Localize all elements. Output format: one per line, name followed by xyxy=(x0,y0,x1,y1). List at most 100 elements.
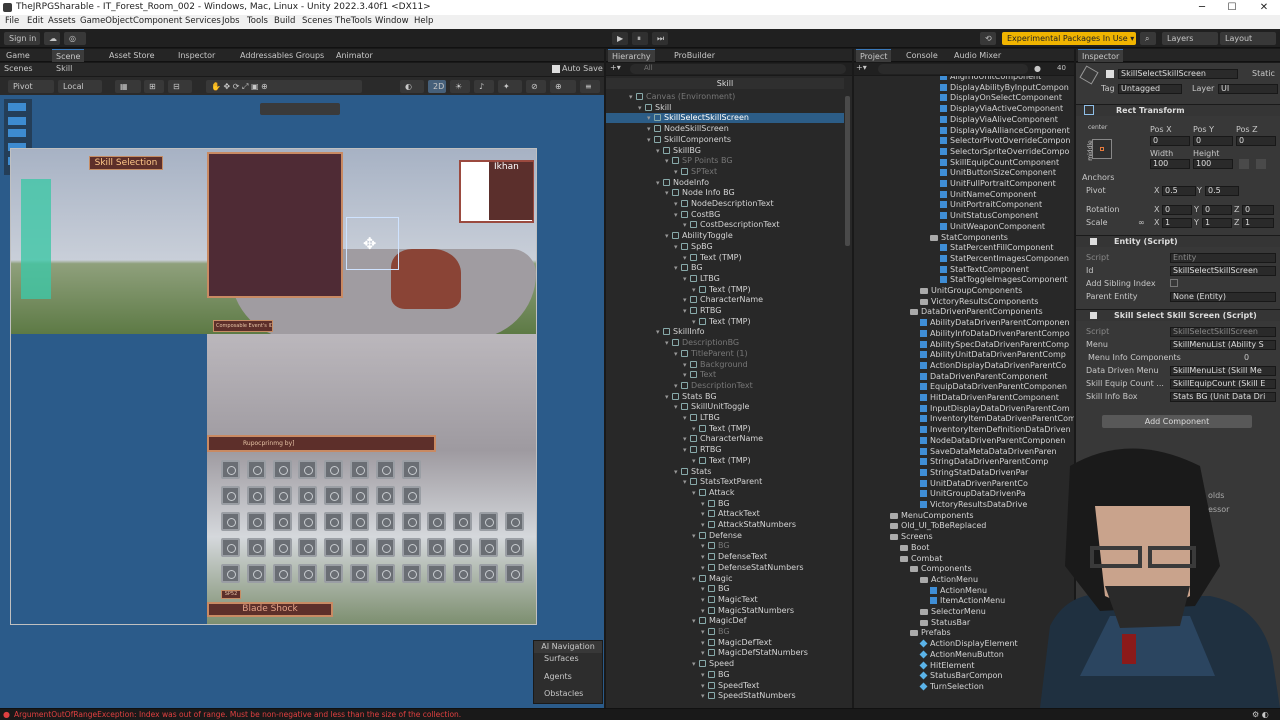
increment-icon[interactable]: ⊟ xyxy=(168,80,192,93)
hierarchy-row[interactable]: ▾ MagicDef xyxy=(606,616,844,626)
expand-arrow-icon[interactable]: ▾ xyxy=(683,360,690,370)
project-row[interactable]: DisplayOnSelectComponent xyxy=(854,93,1072,103)
nav-agents[interactable]: Agents xyxy=(544,672,572,681)
hierarchy-row[interactable]: ▾ TitleParent (1) xyxy=(606,349,844,359)
project-row[interactable]: ActionDisplayDataDrivenParentCo xyxy=(854,361,1072,371)
menu-file[interactable]: File xyxy=(5,16,19,26)
menu-services[interactable]: Services xyxy=(185,16,221,26)
skill-slot[interactable] xyxy=(375,564,395,583)
pos-y-field[interactable]: 0 xyxy=(1193,136,1233,146)
project-row[interactable]: UnitGroupComponents xyxy=(854,286,1072,296)
project-row[interactable]: SelectorPivotOverrideCompon xyxy=(854,136,1072,146)
status-error-message[interactable]: ArgumentOutOfRangeException: Index was o… xyxy=(14,710,461,719)
maximize-button[interactable]: ☐ xyxy=(1218,0,1246,15)
layers-dropdown[interactable]: Layers xyxy=(1162,32,1218,45)
local-dropdown[interactable]: Local xyxy=(58,80,102,93)
hierarchy-row[interactable]: ▾ RTBG xyxy=(606,445,844,455)
hierarchy-row[interactable]: ▾ DescriptionBG xyxy=(606,338,844,348)
skill-slot[interactable] xyxy=(221,486,240,505)
tab-audio-mixer[interactable]: Audio Mixer xyxy=(950,49,1005,62)
hierarchy-row[interactable]: ▾ CharacterName xyxy=(606,434,844,444)
project-row[interactable]: StatTextComponent xyxy=(854,265,1072,275)
tab-hierarchy[interactable]: Hierarchy xyxy=(608,49,655,62)
id-field[interactable]: SkillSelectSkillScreen xyxy=(1170,266,1276,276)
skill-slot[interactable] xyxy=(272,460,292,479)
project-row[interactable]: DisplayAbilityByInputCompon xyxy=(854,83,1072,93)
rot-x-field[interactable]: 0 xyxy=(1162,205,1192,215)
skill-slot[interactable] xyxy=(350,460,369,479)
project-row[interactable]: UnitFullPortraitComponent xyxy=(854,179,1072,189)
project-row[interactable]: EquipDataDrivenParentComponen xyxy=(854,382,1072,392)
nav-obstacles[interactable]: Obstacles xyxy=(544,689,583,698)
skill-slot[interactable] xyxy=(401,460,421,479)
skill-slot[interactable] xyxy=(324,538,344,557)
skill-slot[interactable] xyxy=(246,538,266,557)
hidden-objects-icon[interactable]: ⊘ xyxy=(526,80,546,93)
expand-arrow-icon[interactable]: ▾ xyxy=(692,285,699,295)
expand-arrow-icon[interactable]: ▾ xyxy=(674,167,681,177)
hierarchy-row[interactable]: ▾ SpeedStatNumbers xyxy=(606,691,844,701)
layer-dropdown[interactable]: UI xyxy=(1218,84,1278,94)
hierarchy-row[interactable]: ▾ RTBG xyxy=(606,306,844,316)
project-row[interactable]: DataDrivenParentComponent xyxy=(854,372,1072,382)
project-row[interactable]: HitDataDrivenParentComponent xyxy=(854,393,1072,403)
skill-slot[interactable] xyxy=(375,486,395,505)
menu-thetools[interactable]: TheTools xyxy=(335,16,372,26)
scene-view[interactable]: Skill Selection Composable Event's ID ✥ … xyxy=(0,95,604,709)
expand-arrow-icon[interactable]: ▾ xyxy=(683,434,690,444)
anchors-foldout[interactable]: Anchors xyxy=(1082,173,1114,182)
expand-arrow-icon[interactable]: ▾ xyxy=(674,381,681,391)
menu-assets[interactable]: Assets xyxy=(48,16,76,26)
menu-window[interactable]: Window xyxy=(375,16,409,26)
expand-arrow-icon[interactable]: ▾ xyxy=(692,659,699,669)
expand-arrow-icon[interactable]: ▾ xyxy=(701,648,708,658)
hierarchy-row[interactable]: ▾ SkillComponents xyxy=(606,135,844,145)
project-row[interactable]: AlignToUnitComponent xyxy=(854,76,1072,82)
expand-arrow-icon[interactable]: ▾ xyxy=(674,467,681,477)
scene-more-icon[interactable]: ≡ xyxy=(580,80,600,93)
project-row[interactable]: InventoryItemDataDrivenParentCom xyxy=(854,414,1074,424)
collab-icon[interactable]: ◎ xyxy=(64,32,86,45)
hierarchy-row[interactable]: ▾ Stats BG xyxy=(606,392,844,402)
project-row[interactable]: StatPercentFillComponent xyxy=(854,243,1072,253)
skill-slot[interactable] xyxy=(453,512,473,531)
skill-slot[interactable] xyxy=(246,512,266,531)
hierarchy-row[interactable]: ▾ NodeSkillScreen xyxy=(606,124,844,134)
expand-arrow-icon[interactable]: ▾ xyxy=(665,156,672,166)
hierarchy-row[interactable]: ▾ LTBG xyxy=(606,274,844,284)
tool-on-icon[interactable] xyxy=(8,129,26,137)
expand-arrow-icon[interactable]: ▾ xyxy=(701,499,708,509)
grid-icon[interactable]: ▦ xyxy=(115,80,141,93)
skill-slot[interactable] xyxy=(324,512,344,531)
menu-scenes[interactable]: Scenes xyxy=(302,16,332,26)
expand-arrow-icon[interactable]: ▾ xyxy=(701,606,708,616)
rect-transform-header[interactable]: Rect Transform xyxy=(1076,104,1280,116)
expand-arrow-icon[interactable]: ▾ xyxy=(656,327,663,337)
expand-arrow-icon[interactable]: ▾ xyxy=(665,338,672,348)
hierarchy-row[interactable]: ▾ Text xyxy=(606,370,844,380)
skill-slot[interactable] xyxy=(350,486,369,505)
menu-jobs[interactable]: Jobs xyxy=(222,16,240,26)
expand-arrow-icon[interactable]: ▾ xyxy=(701,595,708,605)
expand-arrow-icon[interactable]: ▾ xyxy=(683,370,690,380)
tab-project[interactable]: Project xyxy=(856,49,892,62)
play-button[interactable]: ▶ xyxy=(612,32,628,45)
project-row[interactable]: StatToggleImagesComponent xyxy=(854,275,1072,285)
expand-arrow-icon[interactable]: ▾ xyxy=(674,199,681,209)
project-row[interactable]: AbilitySpecDataDrivenParentComp xyxy=(854,340,1072,350)
tab-asset-store[interactable]: Asset Store xyxy=(105,49,159,62)
height-field[interactable]: 100 xyxy=(1193,159,1233,169)
hierarchy-row[interactable]: ▾ MagicDefText xyxy=(606,638,844,648)
hierarchy-row[interactable]: ▾ BG xyxy=(606,627,844,637)
skill-slot[interactable] xyxy=(246,564,266,583)
project-row[interactable]: StatPercentImagesComponen xyxy=(854,254,1072,264)
hierarchy-row[interactable]: ▾ Attack xyxy=(606,488,844,498)
pause-button[interactable]: ⏸ xyxy=(632,32,648,45)
tab-animator[interactable]: Animator xyxy=(332,49,377,62)
raw-edit-icon[interactable] xyxy=(1256,159,1266,169)
close-window-button[interactable]: ✕ xyxy=(1250,0,1278,15)
expand-arrow-icon[interactable]: ▾ xyxy=(683,477,690,487)
expand-arrow-icon[interactable]: ▾ xyxy=(692,616,699,626)
scale-link-icon[interactable]: ∞ xyxy=(1138,218,1145,227)
minimize-button[interactable]: ─ xyxy=(1188,0,1216,15)
